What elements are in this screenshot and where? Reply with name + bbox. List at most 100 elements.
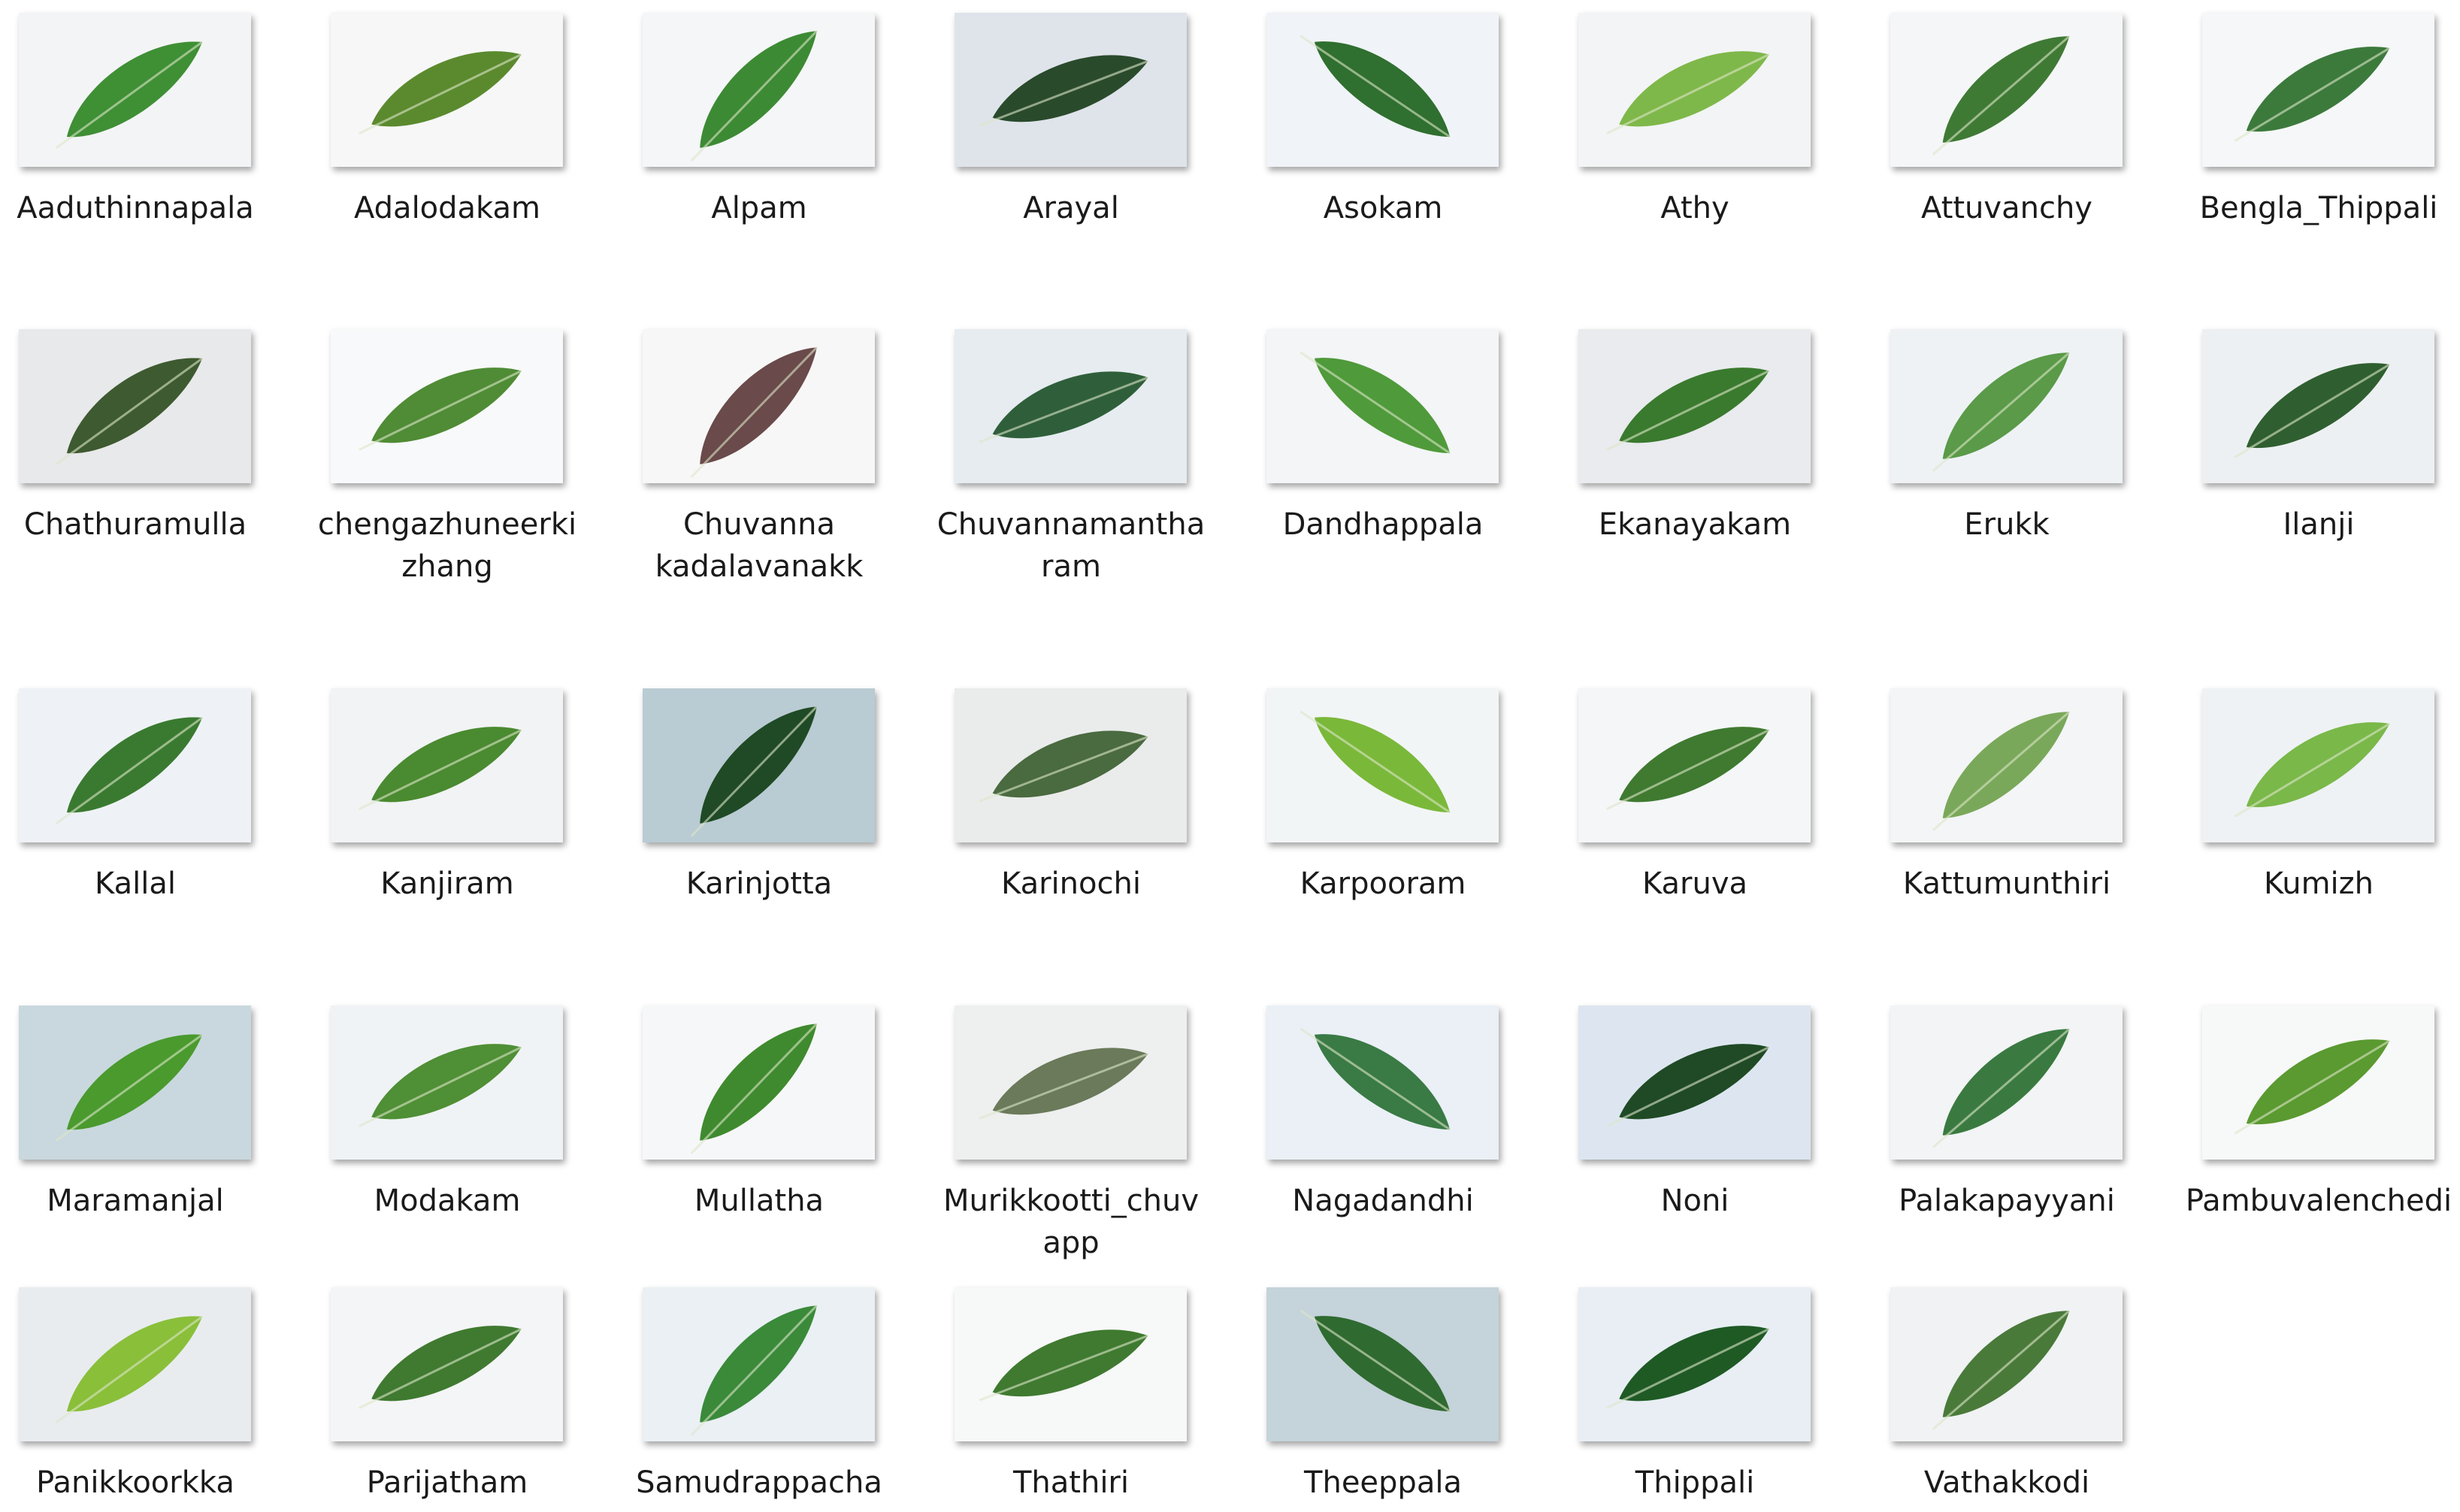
file-name-label: Attuvanchy — [1864, 187, 2150, 229]
leaf-thumbnail[interactable] — [1578, 688, 1811, 842]
leaf-image-icon — [1890, 688, 2123, 842]
file-name-line: Modakam — [374, 1184, 521, 1218]
file-name-label: Chathuramulla — [0, 503, 278, 546]
leaf-image-icon — [1578, 1005, 1811, 1160]
leaf-image-icon — [331, 688, 563, 842]
leaf-thumbnail[interactable] — [1266, 13, 1499, 167]
file-name-line: Bengla_Thippali — [2199, 191, 2438, 225]
leaf-thumbnail[interactable] — [643, 1005, 875, 1160]
file-name-line: Samudrappacha — [636, 1465, 882, 1500]
leaf-thumbnail[interactable] — [2202, 13, 2434, 167]
file-name-line: Theeppala — [1304, 1465, 1462, 1500]
leaf-thumbnail[interactable] — [643, 688, 875, 842]
leaf-image-icon — [2202, 688, 2434, 842]
file-name-line: Thippali — [1635, 1465, 1755, 1500]
leaf-thumbnail[interactable] — [331, 1287, 563, 1441]
leaf-thumbnail[interactable] — [19, 329, 251, 483]
leaf-thumbnail[interactable] — [955, 688, 1187, 842]
file-name-line: Aaduthinnapala — [17, 191, 254, 225]
leaf-thumbnail[interactable] — [1578, 1287, 1811, 1441]
file-name-label: Adalodakam — [304, 187, 590, 229]
file-name-line: Attuvanchy — [1921, 191, 2092, 225]
leaf-thumbnail[interactable] — [1266, 1005, 1499, 1160]
leaf-image-icon — [331, 1287, 563, 1441]
file-name-line: Kallal — [95, 866, 176, 901]
leaf-thumbnail[interactable] — [955, 329, 1187, 483]
file-name-label: Karinjotta — [616, 863, 902, 905]
leaf-thumbnail[interactable] — [1890, 1287, 2123, 1441]
leaf-image-icon — [1266, 1005, 1499, 1160]
leaf-thumbnail[interactable] — [2202, 688, 2434, 842]
leaf-thumbnail[interactable] — [1266, 329, 1499, 483]
leaf-thumbnail[interactable] — [19, 1005, 251, 1160]
file-name-line: Pambuvalenchedi — [2185, 1184, 2452, 1218]
file-name-label: Alpam — [616, 187, 902, 229]
file-name-label: Aaduthinnapala — [0, 187, 278, 229]
leaf-thumbnail[interactable] — [19, 13, 251, 167]
leaf-thumbnail[interactable] — [643, 13, 875, 167]
leaf-thumbnail[interactable] — [2202, 329, 2434, 483]
leaf-thumbnail[interactable] — [1578, 1005, 1811, 1160]
leaf-image-icon — [643, 688, 875, 842]
leaf-thumbnail[interactable] — [331, 688, 563, 842]
leaf-image-icon — [1578, 329, 1811, 483]
file-name-line: Dandhappala — [1282, 507, 1484, 542]
leaf-thumbnail[interactable] — [955, 1005, 1187, 1160]
file-name-label: Modakam — [304, 1180, 590, 1222]
file-name-line: Nagadandhi — [1292, 1184, 1474, 1218]
leaf-image-icon — [19, 329, 251, 483]
leaf-thumbnail[interactable] — [331, 1005, 563, 1160]
leaf-image-icon — [1578, 13, 1811, 167]
file-name-line: kadalavanakk — [655, 549, 864, 584]
file-name-line: Karpooram — [1300, 866, 1466, 901]
file-name-line: Vathakkodi — [1923, 1465, 2090, 1500]
file-name-label: Kattumunthiri — [1864, 863, 2150, 905]
file-name-label: Thathiri — [928, 1462, 1214, 1504]
file-name-label: Kumizh — [2176, 863, 2460, 905]
leaf-thumbnail[interactable] — [643, 329, 875, 483]
leaf-thumbnail[interactable] — [19, 688, 251, 842]
file-name-label: Athy — [1552, 187, 1838, 229]
file-name-line: Palakapayyani — [1899, 1184, 2115, 1218]
leaf-thumbnail[interactable] — [643, 1287, 875, 1441]
file-name-label: Asokam — [1240, 187, 1526, 229]
leaf-thumbnail[interactable] — [1266, 688, 1499, 842]
leaf-thumbnail[interactable] — [955, 13, 1187, 167]
leaf-thumbnail[interactable] — [1890, 329, 2123, 483]
file-name-label: Palakapayyani — [1864, 1180, 2150, 1222]
file-name-label: Pambuvalenchedi — [2176, 1180, 2460, 1222]
leaf-thumbnail[interactable] — [2202, 1005, 2434, 1160]
file-name-line: Asokam — [1323, 191, 1443, 225]
file-name-line: Adalodakam — [354, 191, 540, 225]
file-name-line: Kanjiram — [380, 866, 514, 901]
leaf-thumbnail[interactable] — [331, 13, 563, 167]
file-name-line: Athy — [1660, 191, 1729, 225]
file-name-label: Nagadandhi — [1240, 1180, 1526, 1222]
leaf-thumbnail[interactable] — [1890, 688, 2123, 842]
leaf-thumbnail[interactable] — [1578, 329, 1811, 483]
leaf-thumbnail[interactable] — [1578, 13, 1811, 167]
leaf-image-icon — [19, 1287, 251, 1441]
file-name-label: Karuva — [1552, 863, 1838, 905]
file-name-line: Ekanayakam — [1598, 507, 1792, 542]
file-name-line: Karinochi — [1001, 866, 1141, 901]
leaf-thumbnail[interactable] — [1890, 13, 2123, 167]
leaf-image-icon — [955, 329, 1187, 483]
leaf-image-icon — [19, 13, 251, 167]
leaf-thumbnail[interactable] — [1890, 1005, 2123, 1160]
file-name-label: Thippali — [1552, 1462, 1838, 1504]
file-name-label: Kanjiram — [304, 863, 590, 905]
leaf-image-icon — [1890, 329, 2123, 483]
file-name-line: Panikkoorkka — [36, 1465, 235, 1500]
leaf-thumbnail[interactable] — [955, 1287, 1187, 1441]
leaf-thumbnail[interactable] — [19, 1287, 251, 1441]
file-name-label: Noni — [1552, 1180, 1838, 1222]
file-name-label: Maramanjal — [0, 1180, 278, 1222]
file-name-line: app — [1042, 1226, 1100, 1260]
file-name-line: Thathiri — [1012, 1465, 1129, 1500]
leaf-thumbnail[interactable] — [331, 329, 563, 483]
leaf-thumbnail[interactable] — [1266, 1287, 1499, 1441]
leaf-image-icon — [1266, 329, 1499, 483]
file-name-label: Parijatham — [304, 1462, 590, 1504]
leaf-image-icon — [955, 13, 1187, 167]
